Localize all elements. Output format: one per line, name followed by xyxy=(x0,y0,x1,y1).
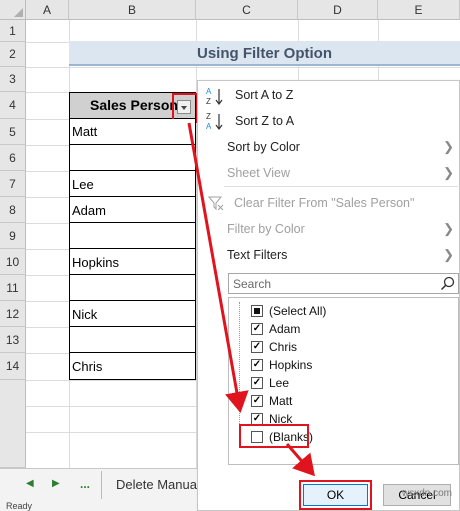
arrow-to-ok xyxy=(285,443,315,477)
arrow-to-blanks xyxy=(187,122,249,413)
annotation-arrows xyxy=(187,122,315,477)
watermark: wsxdn.com xyxy=(402,488,453,499)
